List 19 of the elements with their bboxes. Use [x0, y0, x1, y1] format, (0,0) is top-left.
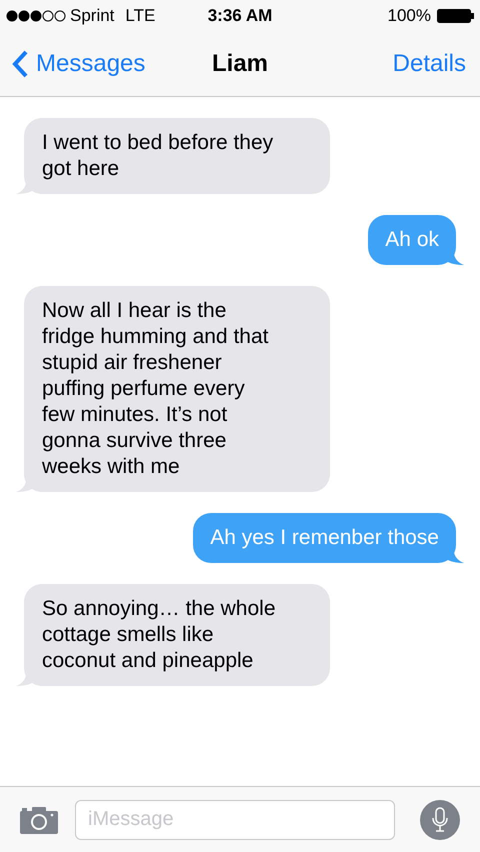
- microphone-button[interactable]: [420, 800, 460, 840]
- signal-icon: [6, 10, 68, 22]
- back-button[interactable]: Messages: [12, 46, 146, 82]
- status-time: 3:36 AM: [208, 5, 272, 28]
- microphone-icon: [431, 806, 449, 832]
- bubble-tail: [16, 480, 32, 492]
- details-button[interactable]: Details: [392, 46, 468, 82]
- bubble-tail: [16, 182, 32, 194]
- camera-icon[interactable]: [20, 806, 58, 834]
- battery-icon: [437, 9, 474, 23]
- conversation-title: Liam: [212, 49, 268, 79]
- carrier-name: Sprint: [70, 5, 114, 28]
- battery-percent: 100%: [388, 5, 431, 28]
- bubble-tail: [16, 674, 32, 686]
- bubble-tail: [448, 253, 464, 265]
- network-type: LTE: [125, 5, 156, 28]
- bubble-tail: [448, 551, 464, 563]
- chevron-left-icon: [12, 50, 28, 78]
- message-input[interactable]: iMessage: [75, 800, 395, 840]
